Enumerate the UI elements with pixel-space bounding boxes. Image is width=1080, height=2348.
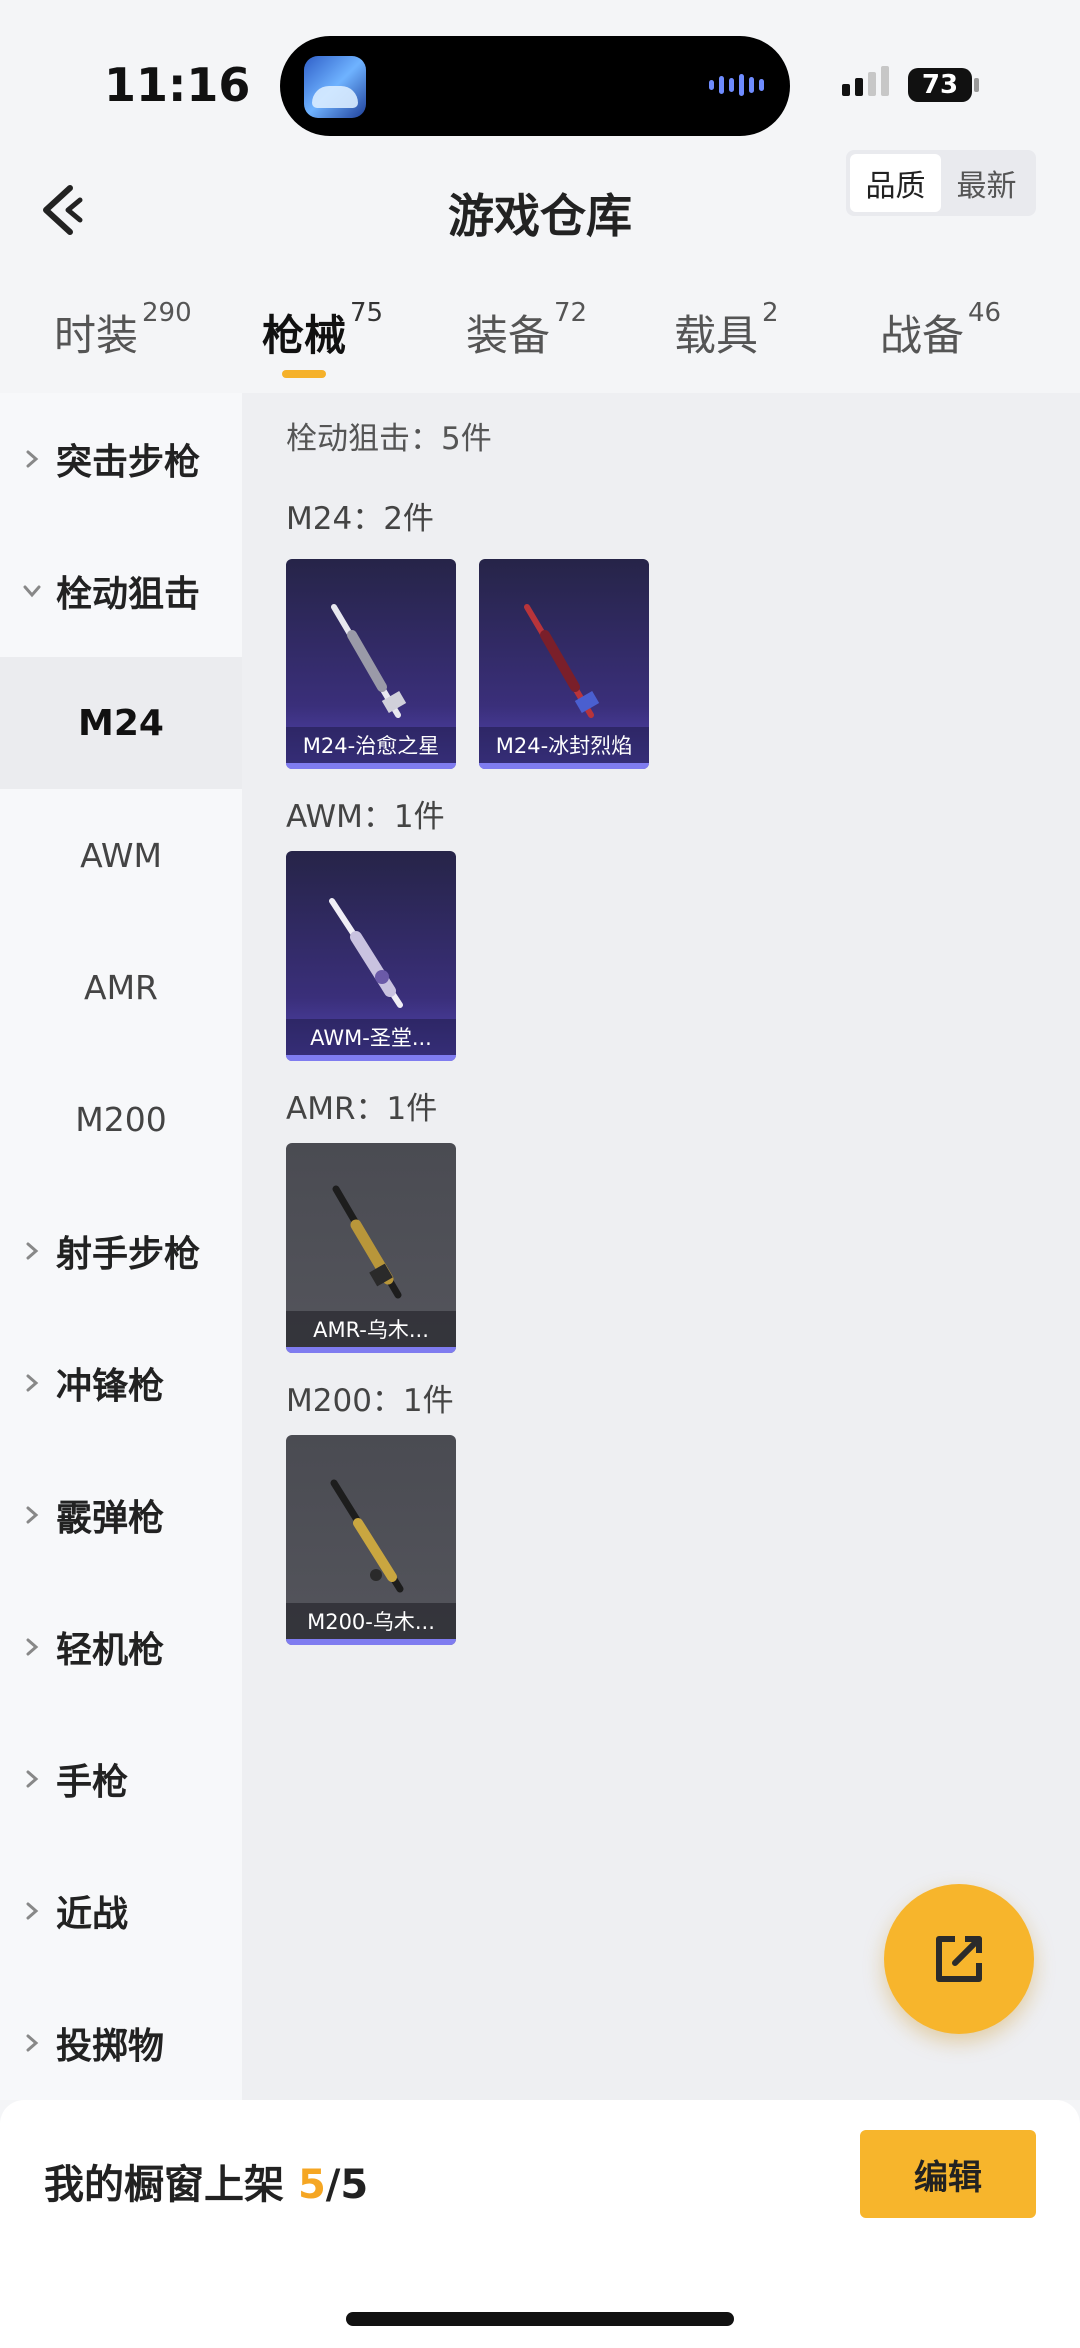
category-summary: 栓动狙击：5件 (286, 421, 492, 457)
item-name: M24-治愈之星 (286, 727, 456, 763)
sidebar-item-bolt-sniper[interactable]: 栓动狙击 (0, 525, 242, 657)
active-tab-indicator (282, 370, 326, 378)
item-card[interactable]: M200-乌木... (286, 1435, 456, 1645)
sort-quality-button[interactable]: 品质 (850, 154, 941, 212)
sidebar-item-throwable[interactable]: 投掷物 (0, 1977, 242, 2109)
tab-label: 载具 (674, 311, 759, 360)
rarity-bar (286, 1639, 456, 1645)
item-card[interactable]: AMR-乌木... (286, 1143, 456, 1353)
category-tabs: 时装 290 枪械 75 装备 72 载具 2 战备 46 (0, 290, 1080, 390)
sidebar-item-label: 手枪 (56, 1762, 129, 1803)
chevron-right-icon (26, 1374, 39, 1392)
tab-count: 46 (968, 298, 1002, 328)
group-title-amr: AMR：1件 (286, 1091, 438, 1127)
tab-fashion[interactable]: 时装 290 (54, 298, 192, 363)
status-time: 11:16 (104, 58, 251, 112)
app-icon (304, 56, 366, 118)
sniper-rifle-icon (329, 898, 403, 1008)
battery-tip (974, 78, 979, 92)
sniper-rifle-icon (330, 1479, 404, 1593)
sidebar-item-smg[interactable]: 冲锋枪 (0, 1317, 242, 1449)
showcase-current: 5 (297, 2162, 326, 2208)
sidebar-item-assault-rifle[interactable]: 突击步枪 (0, 393, 242, 525)
tab-equipment[interactable]: 装备 72 (466, 298, 587, 363)
rarity-bar (479, 763, 649, 769)
chevron-right-icon (26, 1638, 39, 1656)
sniper-rifle-icon (524, 604, 600, 718)
sidebar-item-label: 射手步枪 (56, 1234, 201, 1275)
sidebar-sub-amr[interactable]: AMR (0, 921, 242, 1053)
sniper-rifle-icon (331, 604, 407, 718)
chevron-right-icon (26, 1506, 39, 1524)
share-icon (936, 1936, 982, 1982)
item-card[interactable]: M24-冰封烈焰 (479, 559, 649, 769)
bottom-bar: 我的橱窗上架 5/5 编辑 (0, 2100, 1080, 2348)
chevron-right-icon (26, 1902, 39, 1920)
battery-icon: 73 (908, 68, 972, 102)
sniper-rifle-icon (332, 1185, 402, 1299)
sort-toggle: 品质 最新 (846, 150, 1036, 216)
tab-count: 2 (762, 298, 779, 328)
signal-icon (842, 66, 889, 96)
tab-label: 战备 (880, 311, 965, 360)
item-list: 栓动狙击：5件 M24：2件 M24-治愈之星 M24-冰封烈焰 AWM：1件 … (242, 393, 1080, 2100)
showcase-status: 我的橱窗上架 5/5 (44, 2152, 368, 2210)
sidebar-item-pistol[interactable]: 手枪 (0, 1713, 242, 1845)
sidebar-item-label: 栓动狙击 (56, 574, 201, 615)
sidebar: 突击步枪 栓动狙击 M24 AWM AMR M200 射手步枪 冲锋枪 霰弹枪 … (0, 393, 242, 2100)
tab-firearms[interactable]: 枪械 75 (262, 298, 383, 363)
share-button[interactable] (884, 1884, 1034, 2034)
sidebar-sub-m200[interactable]: M200 (0, 1053, 242, 1185)
sidebar-item-label: 突击步枪 (56, 442, 201, 483)
rarity-bar (286, 1055, 456, 1061)
tab-count: 72 (554, 298, 588, 328)
tab-label: 装备 (466, 311, 551, 360)
sidebar-item-label: 霰弹枪 (56, 1498, 165, 1539)
sidebar-item-label: 近战 (56, 1894, 129, 1935)
group-title-m24: M24：2件 (286, 501, 434, 537)
showcase-label: 我的橱窗上架 (44, 2162, 284, 2208)
item-card[interactable]: M24-治愈之星 (286, 559, 456, 769)
tab-count: 75 (350, 298, 384, 328)
chevron-right-icon (26, 450, 39, 468)
item-name: AMR-乌木... (286, 1311, 456, 1347)
item-card[interactable]: AWM-圣堂... (286, 851, 456, 1061)
chevron-right-icon (26, 1770, 39, 1788)
group-title-awm: AWM：1件 (286, 799, 445, 835)
sidebar-item-label: 冲锋枪 (56, 1366, 165, 1407)
edit-button[interactable]: 编辑 (860, 2130, 1036, 2218)
sidebar-item-melee[interactable]: 近战 (0, 1845, 242, 1977)
sidebar-sub-m24[interactable]: M24 (0, 657, 242, 789)
sidebar-item-lmg[interactable]: 轻机枪 (0, 1581, 242, 1713)
sidebar-item-shotgun[interactable]: 霰弹枪 (0, 1449, 242, 1581)
rarity-bar (286, 763, 456, 769)
tab-count: 290 (142, 298, 192, 328)
tab-label: 枪械 (262, 311, 347, 360)
item-name: M24-冰封烈焰 (479, 727, 649, 763)
sidebar-item-marksman-rifle[interactable]: 射手步枪 (0, 1185, 242, 1317)
tab-combat-gear[interactable]: 战备 46 (880, 298, 1001, 363)
tab-label: 时装 (54, 311, 139, 360)
chevron-down-icon (23, 585, 41, 598)
sidebar-item-label: 轻机枪 (56, 1630, 165, 1671)
showcase-total: /5 (325, 2162, 369, 2208)
sidebar-item-label: 投掷物 (56, 2026, 165, 2067)
item-name: AWM-圣堂... (286, 1019, 456, 1055)
group-title-m200: M200：1件 (286, 1383, 454, 1419)
sidebar-sub-awm[interactable]: AWM (0, 789, 242, 921)
chevron-right-icon (26, 1242, 39, 1260)
home-indicator[interactable] (346, 2312, 734, 2326)
tab-vehicles[interactable]: 载具 2 (674, 298, 779, 363)
dynamic-island (280, 36, 790, 136)
sort-latest-button[interactable]: 最新 (941, 154, 1032, 212)
rarity-bar (286, 1347, 456, 1353)
item-name: M200-乌木... (286, 1603, 456, 1639)
chevron-right-icon (26, 2034, 39, 2052)
status-bar: 11:16 73 (0, 0, 1080, 170)
audio-wave-icon (709, 74, 764, 96)
